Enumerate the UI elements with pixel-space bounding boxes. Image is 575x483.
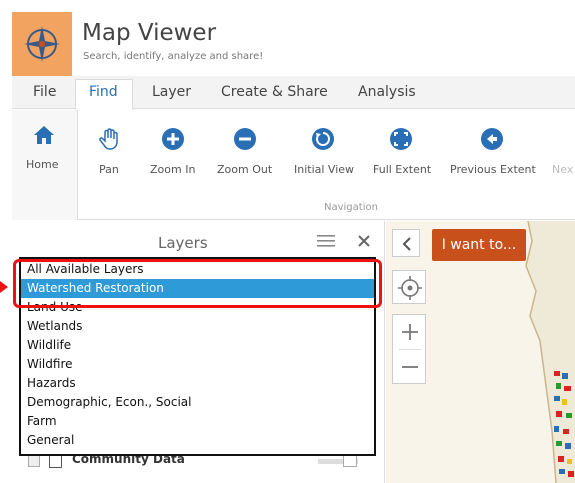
tab-file[interactable]: File <box>33 84 56 100</box>
full-extent-button-label[interactable]: Full Extent <box>373 163 431 176</box>
app-title: Map Viewer <box>82 20 217 46</box>
chevron-left-icon <box>402 237 411 251</box>
home-button[interactable]: Home <box>12 110 78 220</box>
pan-button-label[interactable]: Pan <box>99 163 119 176</box>
initial-view-button-label[interactable]: Initial View <box>294 163 354 176</box>
menu-icon[interactable] <box>317 234 335 248</box>
close-icon[interactable] <box>358 235 370 247</box>
compass-icon <box>24 26 60 62</box>
initial-view-icon[interactable] <box>311 127 335 151</box>
tab-create-share[interactable]: Create & Share <box>221 84 328 100</box>
zoom-out-icon[interactable] <box>233 127 257 151</box>
i-want-to-button[interactable]: I want to... <box>432 229 526 261</box>
highlight-annotation <box>13 259 382 308</box>
zoom-in-icon[interactable] <box>161 127 185 151</box>
layer-checkbox[interactable] <box>49 455 62 468</box>
opacity-slider-handle[interactable] <box>343 455 357 467</box>
map-coastline <box>525 221 575 483</box>
dropdown-option[interactable]: Farm <box>21 412 374 431</box>
pointer-arrow-icon <box>0 281 8 293</box>
next-extent-button-label[interactable]: Nex <box>552 163 573 176</box>
dropdown-option[interactable]: General <box>21 431 374 450</box>
tab-find[interactable]: Find <box>89 84 118 100</box>
locate-button[interactable] <box>392 270 426 304</box>
full-extent-icon[interactable] <box>389 127 413 151</box>
dropdown-option[interactable]: Wildfire <box>21 355 374 374</box>
zoom-control <box>392 314 426 384</box>
dropdown-option[interactable]: Demographic, Econ., Social <box>21 393 374 412</box>
home-label: Home <box>26 158 59 171</box>
app-subtitle: Search, identify, analyze and share! <box>83 51 264 62</box>
tab-layer[interactable]: Layer <box>152 84 191 100</box>
dropdown-option[interactable]: Wetlands <box>21 317 374 336</box>
collapse-panel-button[interactable] <box>392 229 420 257</box>
previous-extent-icon[interactable] <box>480 127 504 151</box>
zoom-out-button-label[interactable]: Zoom Out <box>217 163 272 176</box>
map-zoom-in-icon[interactable] <box>393 315 427 349</box>
home-icon <box>34 126 54 144</box>
expand-toggle[interactable] <box>28 455 40 467</box>
app-logo <box>12 12 72 76</box>
previous-extent-button-label[interactable]: Previous Extent <box>450 163 536 176</box>
map-zoom-out-icon[interactable] <box>393 350 427 384</box>
layers-panel-title: Layers <box>158 234 208 252</box>
zoom-in-button-label[interactable]: Zoom In <box>150 163 195 176</box>
navigation-group-label: Navigation <box>324 202 378 213</box>
tab-analysis[interactable]: Analysis <box>358 84 416 100</box>
dropdown-option[interactable]: Hazards <box>21 374 374 393</box>
dropdown-option[interactable]: Wildlife <box>21 336 374 355</box>
crosshair-icon <box>398 276 422 300</box>
pan-hand-icon[interactable] <box>97 127 121 151</box>
